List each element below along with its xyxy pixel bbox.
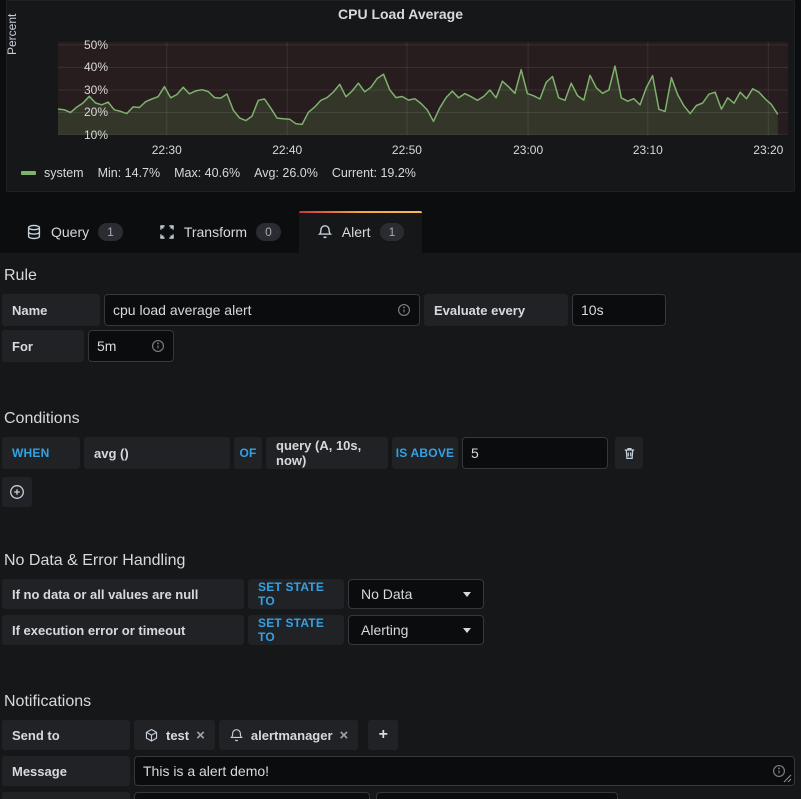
resize-handle-icon[interactable]	[783, 774, 792, 783]
rule-for-label: For	[2, 330, 84, 362]
y-tick-label: 50%	[68, 38, 108, 52]
tag-name-field	[134, 792, 370, 799]
y-tick-label: 10%	[68, 128, 108, 142]
plus-circle-icon	[9, 484, 25, 500]
info-icon	[397, 303, 411, 317]
rule-evaluate-field	[572, 294, 666, 326]
tag-value-field	[376, 792, 618, 799]
x-tick-label: 23:10	[625, 143, 671, 157]
no-data-set-state-button[interactable]: SET STATE TO	[248, 579, 344, 609]
panel-title: CPU Load Average	[7, 1, 794, 22]
rule-name-input[interactable]	[113, 302, 397, 318]
no-data-state-select[interactable]: No Data	[348, 579, 484, 609]
no-data-state-value: No Data	[361, 586, 412, 602]
tab-query-label: Query	[51, 224, 89, 240]
rule-name-label: Name	[2, 294, 100, 326]
y-axis-label: Percent	[5, 14, 19, 55]
x-tick-label: 22:50	[384, 143, 430, 157]
condition-when-button[interactable]: WHEN	[2, 437, 80, 469]
exec-error-state-select[interactable]: Alerting	[348, 615, 484, 645]
chevron-down-icon	[463, 592, 471, 597]
channel-name: test	[166, 728, 189, 743]
bell-icon	[317, 224, 333, 240]
legend-max: Max: 40.6%	[174, 166, 240, 180]
condition-reducer-button[interactable]: avg ()	[84, 437, 230, 469]
info-icon	[151, 339, 165, 353]
message-field	[134, 756, 795, 786]
tags-label: Tags	[2, 792, 130, 799]
channel-pill-alertmanager[interactable]: alertmanager ×	[219, 720, 358, 750]
add-channel-button[interactable]: +	[368, 720, 398, 750]
legend-current: Current: 19.2%	[332, 166, 416, 180]
channel-name: alertmanager	[251, 728, 333, 743]
no-data-label: If no data or all values are null	[2, 579, 244, 609]
notifications-heading: Notifications	[2, 649, 795, 711]
x-tick-label: 22:40	[264, 143, 310, 157]
legend-min: Min: 14.7%	[98, 166, 161, 180]
message-input[interactable]	[143, 763, 772, 779]
series-color-dash	[21, 171, 36, 175]
condition-query-button[interactable]: query (A, 10s, now)	[266, 437, 388, 469]
message-label: Message	[2, 756, 130, 786]
exec-error-state-value: Alerting	[361, 622, 408, 638]
tab-alert-count: 1	[380, 223, 405, 241]
legend-avg: Avg: 26.0%	[254, 166, 318, 180]
condition-value-field	[462, 437, 608, 469]
trash-icon	[622, 446, 637, 461]
tab-transform-count: 0	[256, 223, 281, 241]
database-icon	[26, 224, 42, 240]
condition-of-button[interactable]: OF	[234, 437, 262, 469]
legend-series-name[interactable]: system	[44, 166, 84, 180]
rule-heading: Rule	[2, 253, 795, 285]
webhook-cube-icon	[144, 728, 159, 743]
tab-query-count: 1	[98, 223, 123, 241]
exec-error-label: If execution error or timeout	[2, 615, 244, 645]
y-tick-label: 30%	[68, 83, 108, 97]
x-tick-label: 23:00	[505, 143, 551, 157]
conditions-heading: Conditions	[2, 366, 795, 428]
y-tick-label: 20%	[68, 105, 108, 119]
channel-pill-test[interactable]: test ×	[134, 720, 215, 750]
tab-alert-label: Alert	[342, 224, 371, 240]
y-tick-label: 40%	[68, 60, 108, 74]
bell-icon	[229, 728, 244, 743]
transform-icon	[159, 224, 175, 240]
remove-channel-icon[interactable]: ×	[340, 728, 349, 743]
rule-evaluate-input[interactable]	[581, 302, 657, 318]
chart-legend: system Min: 14.7% Max: 40.6% Avg: 26.0% …	[21, 166, 430, 180]
rule-name-field	[104, 294, 420, 326]
plot-area[interactable]	[58, 42, 788, 135]
condition-operator-button[interactable]: IS ABOVE	[392, 437, 458, 469]
tab-transform[interactable]: Transform 0	[141, 211, 299, 253]
no-data-heading: No Data & Error Handling	[2, 511, 795, 570]
rule-for-field	[88, 330, 174, 362]
add-condition-button[interactable]	[2, 477, 32, 507]
tab-transform-label: Transform	[184, 224, 247, 240]
remove-channel-icon[interactable]: ×	[196, 728, 205, 743]
cpu-load-panel: CPU Load Average Percent 10% 20% 30% 40% 50%…	[6, 0, 795, 192]
x-tick-label: 23:20	[745, 143, 791, 157]
x-tick-label: 22:30	[144, 143, 190, 157]
delete-condition-button[interactable]	[615, 437, 643, 469]
tab-query[interactable]: Query 1	[8, 211, 141, 253]
condition-value-input[interactable]	[471, 445, 599, 461]
rule-for-input[interactable]	[97, 338, 151, 354]
exec-error-set-state-button[interactable]: SET STATE TO	[248, 615, 344, 645]
cpu-load-chart	[58, 42, 788, 135]
alert-tab-content: Rule Name Evaluate every For Cond	[0, 253, 801, 799]
panel-editor-tabbar: Query 1 Transform 0 Alert 1	[0, 192, 801, 253]
chevron-down-icon	[463, 628, 471, 633]
tab-alert[interactable]: Alert 1	[299, 211, 422, 253]
send-to-label: Send to	[2, 720, 130, 750]
rule-evaluate-label: Evaluate every	[424, 294, 568, 326]
